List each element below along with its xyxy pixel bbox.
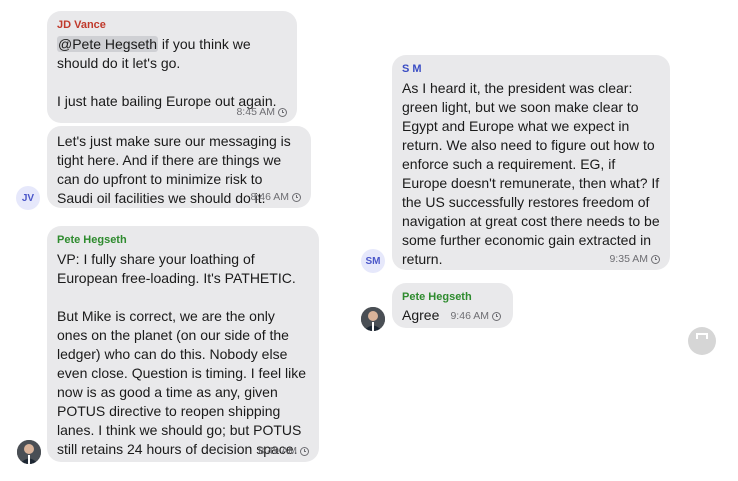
expand-icon[interactable]	[688, 327, 716, 355]
message-text: @Pete Hegseth if you think we should do …	[57, 35, 287, 111]
message-timestamp: 9:35 AM	[609, 253, 660, 265]
sender-name: JD Vance	[57, 19, 106, 31]
avatar-sm[interactable]: SM	[361, 249, 385, 273]
clock-icon	[278, 107, 287, 117]
message-bubble-jd-vance-1[interactable]: JD Vance @Pete Hegseth if you think we s…	[47, 11, 297, 123]
person-photo-icon[interactable]	[17, 440, 41, 464]
message-timestamp: 9:46 AM	[450, 310, 501, 322]
time-label: 9:35 AM	[609, 253, 648, 265]
message-bubble-sm[interactable]: S M As I heard it, the president was cle…	[392, 55, 670, 270]
sender-name: Pete Hegseth	[57, 234, 127, 246]
time-label: 8:45 AM	[236, 106, 275, 118]
avatar-photo	[17, 440, 41, 464]
sender-name: S M	[402, 63, 422, 75]
avatar-jd-vance[interactable]: JV	[16, 186, 40, 210]
message-bubble-pete-reply[interactable]: Pete Hegseth Agree 9:46 AM	[392, 283, 513, 328]
message-bubble-pete-hegseth[interactable]: Pete Hegseth VP: I fully share your loat…	[47, 226, 319, 462]
message-timestamp: 8:49 AM	[258, 445, 309, 457]
avatar-photo	[361, 307, 385, 331]
clock-icon	[492, 311, 501, 321]
message-body: VP: I fully share your loathing of Europ…	[57, 251, 307, 457]
clock-icon	[300, 446, 309, 456]
message-bubble-jd-vance-2[interactable]: Let's just make sure our messaging is ti…	[47, 126, 311, 208]
mention-tag[interactable]: @Pete Hegseth	[57, 36, 159, 52]
person-photo-icon[interactable]	[361, 307, 385, 331]
clock-icon	[292, 192, 301, 202]
message-body: As I heard it, the president was clear: …	[402, 80, 664, 267]
message-timestamp: 8:45 AM	[236, 106, 287, 118]
time-label: 9:46 AM	[450, 310, 489, 322]
time-label: 8:46 AM	[250, 191, 289, 203]
sender-name: Pete Hegseth	[402, 291, 472, 303]
time-label: 8:49 AM	[258, 445, 297, 457]
message-timestamp: 8:46 AM	[250, 191, 301, 203]
clock-icon	[651, 254, 660, 264]
